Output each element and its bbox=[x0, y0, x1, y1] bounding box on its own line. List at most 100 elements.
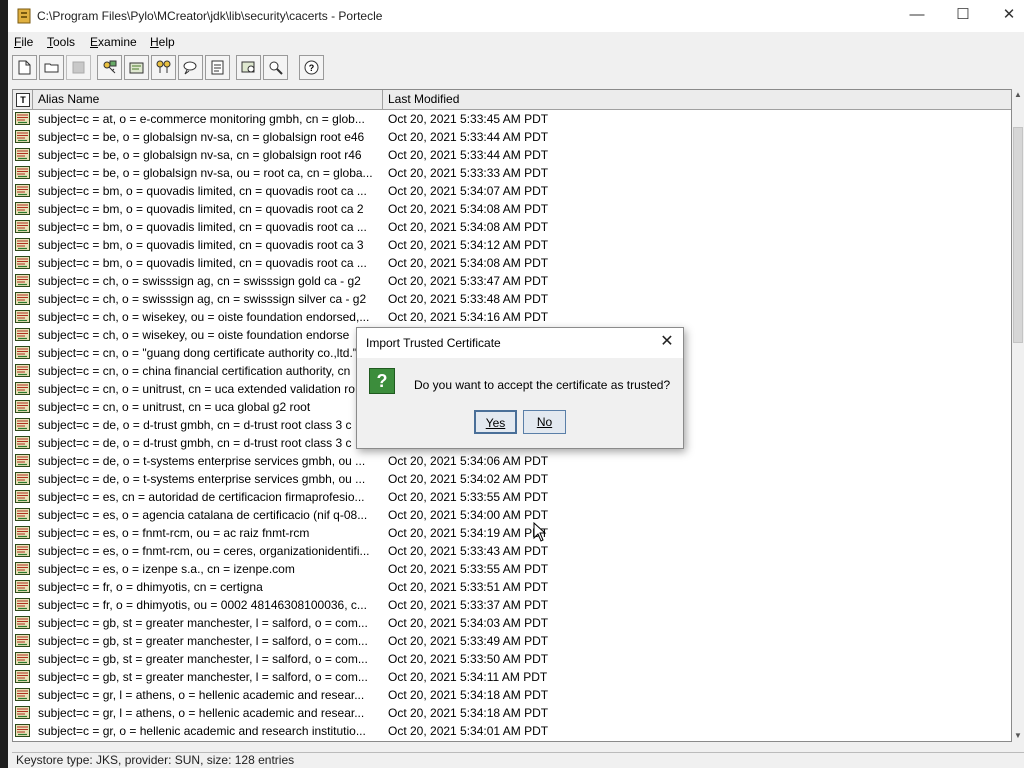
toolbar: ? bbox=[8, 53, 1024, 84]
alias-cell: subject=c = gb, st = greater manchester,… bbox=[38, 634, 368, 648]
import-trusted-cert-icon[interactable] bbox=[124, 55, 149, 80]
minimize-icon[interactable]: — bbox=[894, 0, 940, 32]
table-row[interactable]: subject=c = gr, o = hellenic academic an… bbox=[13, 722, 1011, 740]
last-modified-cell: Oct 20, 2021 5:33:51 AM PDT bbox=[388, 580, 549, 594]
trusted-certificate-icon bbox=[15, 580, 30, 593]
table-row[interactable]: subject=c = bm, o = quovadis limited, cn… bbox=[13, 254, 1011, 272]
dialog-close-icon[interactable]: ✕ bbox=[657, 333, 677, 353]
scrollbar-thumb[interactable] bbox=[1013, 127, 1023, 343]
alias-cell: subject=c = de, o = t-systems enterprise… bbox=[38, 454, 366, 468]
desktop-background bbox=[0, 0, 8, 768]
title-bar[interactable]: C:\Program Files\Pylo\MCreator\jdk\lib\s… bbox=[8, 0, 1024, 32]
table-row[interactable]: subject=c = gb, st = greater manchester,… bbox=[13, 650, 1011, 668]
last-modified-cell: Oct 20, 2021 5:33:43 AM PDT bbox=[388, 544, 549, 558]
trusted-certificate-icon bbox=[15, 328, 30, 341]
last-modified-cell: Oct 20, 2021 5:33:44 AM PDT bbox=[388, 148, 549, 162]
dialog-title-bar[interactable]: Import Trusted Certificate ✕ bbox=[357, 328, 683, 358]
trusted-certificate-icon bbox=[15, 112, 30, 125]
close-icon[interactable]: ✕ bbox=[986, 0, 1024, 32]
save-keystore-icon[interactable] bbox=[66, 55, 91, 80]
last-modified-cell: Oct 20, 2021 5:34:00 AM PDT bbox=[388, 508, 549, 522]
table-row[interactable]: subject=c = ch, o = wisekey, ou = oiste … bbox=[13, 308, 1011, 326]
examine-crl-icon[interactable] bbox=[263, 55, 288, 80]
table-row[interactable]: subject=c = ch, o = swisssign ag, cn = s… bbox=[13, 290, 1011, 308]
trusted-certificate-icon bbox=[15, 508, 30, 521]
new-keystore-icon[interactable] bbox=[12, 55, 37, 80]
last-modified-cell: Oct 20, 2021 5:34:08 AM PDT bbox=[388, 256, 549, 270]
table-row[interactable]: subject=c = gr, l = athens, o = hellenic… bbox=[13, 704, 1011, 722]
dialog-message: Do you want to accept the certificate as… bbox=[414, 378, 671, 392]
maximize-icon[interactable]: ☐ bbox=[940, 0, 986, 32]
last-modified-cell: Oct 20, 2021 5:33:45 AM PDT bbox=[388, 112, 549, 126]
alias-cell: subject=c = gr, l = athens, o = hellenic… bbox=[38, 688, 365, 702]
alias-cell: subject=c = de, o = d-trust gmbh, cn = d… bbox=[38, 418, 352, 432]
table-row[interactable]: subject=c = bm, o = quovadis limited, cn… bbox=[13, 236, 1011, 254]
trusted-certificate-icon bbox=[15, 652, 30, 665]
table-row[interactable]: subject=c = at, o = e-commerce monitorin… bbox=[13, 110, 1011, 128]
last-modified-cell: Oct 20, 2021 5:34:02 AM PDT bbox=[388, 472, 549, 486]
alias-cell: subject=c = de, o = d-trust gmbh, cn = d… bbox=[38, 436, 352, 450]
trusted-certificate-icon bbox=[15, 724, 30, 737]
table-row[interactable]: subject=c = es, o = agencia catalana de … bbox=[13, 506, 1011, 524]
alias-cell: subject=c = ch, o = swisssign ag, cn = s… bbox=[38, 274, 361, 288]
table-row[interactable]: subject=c = gb, st = greater manchester,… bbox=[13, 668, 1011, 686]
trusted-certificate-icon bbox=[15, 202, 30, 215]
no-button[interactable]: No bbox=[523, 410, 566, 434]
table-row[interactable]: subject=c = bm, o = quovadis limited, cn… bbox=[13, 218, 1011, 236]
set-password-icon[interactable] bbox=[178, 55, 203, 80]
last-modified-cell: Oct 20, 2021 5:34:16 AM PDT bbox=[388, 310, 549, 324]
alias-cell: subject=c = cn, o = "guang dong certific… bbox=[38, 346, 358, 360]
table-row[interactable]: subject=c = es, o = izenpe s.a., cn = iz… bbox=[13, 560, 1011, 578]
question-icon: ? bbox=[369, 368, 395, 394]
table-row[interactable]: subject=c = gr, l = athens, o = hellenic… bbox=[13, 686, 1011, 704]
trusted-certificate-icon bbox=[15, 238, 30, 251]
scroll-up-icon[interactable]: ▲ bbox=[1012, 89, 1024, 101]
table-row[interactable]: subject=c = de, o = t-systems enterprise… bbox=[13, 470, 1011, 488]
trusted-certificate-icon bbox=[15, 256, 30, 269]
portecle-app-icon bbox=[17, 8, 31, 24]
table-row[interactable]: subject=c = de, o = t-systems enterprise… bbox=[13, 452, 1011, 470]
alias-cell: subject=c = ch, o = wisekey, ou = oiste … bbox=[38, 310, 370, 324]
menu-file[interactable]: File bbox=[14, 35, 33, 49]
keystore-report-icon[interactable] bbox=[205, 55, 230, 80]
yes-button[interactable]: Yes bbox=[474, 410, 517, 434]
alias-cell: subject=c = de, o = t-systems enterprise… bbox=[38, 472, 366, 486]
generate-keypair-icon[interactable] bbox=[97, 55, 122, 80]
alias-cell: subject=c = cn, o = unitrust, cn = uca g… bbox=[38, 400, 311, 414]
column-header-alias[interactable]: Alias Name bbox=[33, 90, 383, 109]
table-row[interactable]: subject=c = bm, o = quovadis limited, cn… bbox=[13, 200, 1011, 218]
trusted-certificate-icon bbox=[15, 706, 30, 719]
alias-cell: subject=c = es, cn = autoridad de certif… bbox=[38, 490, 365, 504]
table-row[interactable]: subject=c = es, o = fnmt-rcm, ou = ceres… bbox=[13, 542, 1011, 560]
table-row[interactable]: subject=c = bm, o = quovadis limited, cn… bbox=[13, 182, 1011, 200]
table-row[interactable]: subject=c = es, o = fnmt-rcm, ou = ac ra… bbox=[13, 524, 1011, 542]
last-modified-cell: Oct 20, 2021 5:33:37 AM PDT bbox=[388, 598, 549, 612]
table-row[interactable]: subject=c = fr, o = dhimyotis, ou = 0002… bbox=[13, 596, 1011, 614]
examine-certificate-icon[interactable] bbox=[236, 55, 261, 80]
alias-cell: subject=c = bm, o = quovadis limited, cn… bbox=[38, 184, 367, 198]
menu-help[interactable]: Help bbox=[150, 35, 175, 49]
column-header-type[interactable]: T bbox=[13, 90, 33, 109]
column-header-modified[interactable]: Last Modified bbox=[383, 90, 1011, 109]
alias-cell: subject=c = gb, st = greater manchester,… bbox=[38, 616, 368, 630]
open-keystore-icon[interactable] bbox=[39, 55, 64, 80]
alias-cell: subject=c = be, o = globalsign nv-sa, ou… bbox=[38, 166, 373, 180]
scroll-down-icon[interactable]: ▼ bbox=[1012, 730, 1024, 742]
last-modified-cell: Oct 20, 2021 5:34:08 AM PDT bbox=[388, 220, 549, 234]
svg-text:?: ? bbox=[309, 63, 315, 73]
help-icon[interactable]: ? bbox=[299, 55, 324, 80]
table-row[interactable]: subject=c = be, o = globalsign nv-sa, cn… bbox=[13, 128, 1011, 146]
table-row[interactable]: subject=c = es, cn = autoridad de certif… bbox=[13, 488, 1011, 506]
table-row[interactable]: subject=c = fr, o = dhimyotis, cn = cert… bbox=[13, 578, 1011, 596]
import-keypair-icon[interactable] bbox=[151, 55, 176, 80]
menu-tools[interactable]: Tools bbox=[47, 35, 75, 49]
trusted-certificate-icon bbox=[15, 346, 30, 359]
vertical-scrollbar[interactable]: ▲ ▼ bbox=[1012, 89, 1024, 742]
table-row[interactable]: subject=c = gb, st = greater manchester,… bbox=[13, 614, 1011, 632]
table-row[interactable]: subject=c = be, o = globalsign nv-sa, ou… bbox=[13, 164, 1011, 182]
table-row[interactable]: subject=c = gb, st = greater manchester,… bbox=[13, 632, 1011, 650]
table-row[interactable]: subject=c = be, o = globalsign nv-sa, cn… bbox=[13, 146, 1011, 164]
alias-cell: subject=c = gb, st = greater manchester,… bbox=[38, 652, 368, 666]
table-row[interactable]: subject=c = ch, o = swisssign ag, cn = s… bbox=[13, 272, 1011, 290]
menu-examine[interactable]: Examine bbox=[90, 35, 137, 49]
